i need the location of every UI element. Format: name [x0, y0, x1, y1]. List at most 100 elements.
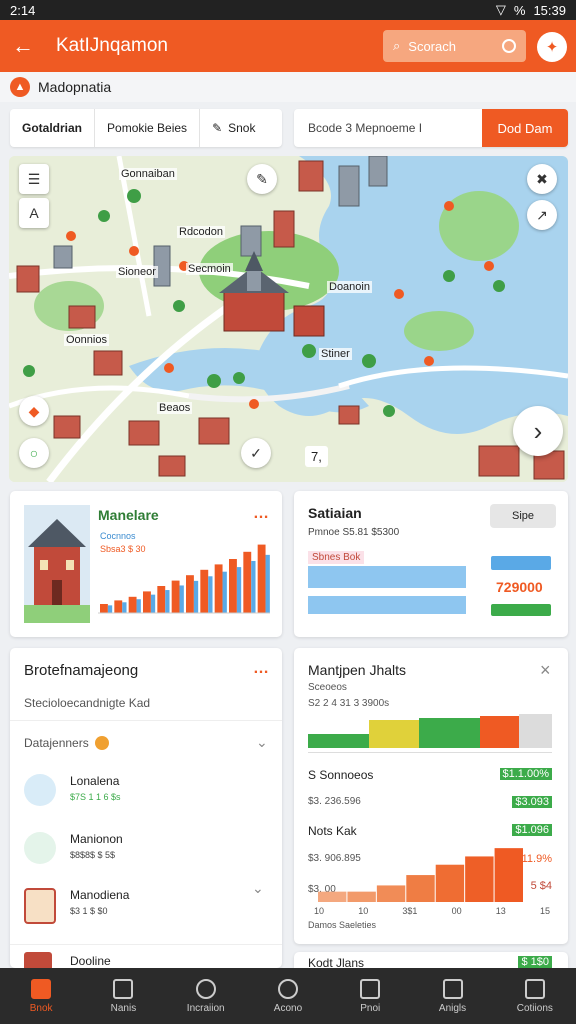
city-map[interactable]: Gonnaiban Rdcodon Sioneor Secmoin Doanoi… — [9, 156, 568, 482]
stacked-segment — [479, 716, 519, 748]
row-label: $3. 236.596 — [308, 796, 361, 807]
route-icon[interactable]: ↗ — [527, 200, 557, 230]
list-item[interactable]: Lonalena $7S 1 1 6 $s — [24, 770, 268, 814]
card-value: 729000 — [496, 579, 543, 595]
back-arrow-icon[interactable]: ← — [10, 33, 36, 59]
nav-label: Anigls — [438, 1002, 467, 1014]
map-label: Gonnaiban — [119, 168, 177, 180]
filter-tab-2[interactable]: Pomokie Beies — [95, 109, 201, 147]
chart-bar-secondary — [208, 576, 213, 613]
chart-footer: Damos Saeleties — [308, 920, 377, 930]
location-label: Madopnatia — [38, 79, 112, 95]
map-layers-icon[interactable]: ☰ — [19, 164, 49, 194]
locate-icon[interactable]: ○ — [19, 438, 49, 468]
chart-bar-secondary — [236, 567, 242, 613]
search-icon: ⌕ — [393, 38, 401, 53]
chart-bar — [318, 891, 347, 902]
list-item[interactable]: Manionon $8$8$ $ 5$ — [24, 828, 268, 872]
item-title: Dooline — [70, 954, 111, 968]
map-label: 7, — [305, 446, 328, 467]
nav-3[interactable]: Incraiion — [165, 968, 247, 1024]
chart-bar — [494, 848, 523, 902]
fire-icon[interactable]: ◆ — [19, 396, 49, 426]
card-manelare[interactable]: Manelare … Cocnnos Sbsa3 $ 30 — [10, 491, 282, 637]
chevron-down-icon[interactable]: ⌄ — [252, 880, 264, 897]
destination-search: Bcode 3 Mepnoeme I Dod Dam — [294, 109, 568, 147]
card-line: S2 2 4 31 3 3900s — [308, 698, 390, 709]
nav-home[interactable]: Bnok — [0, 968, 82, 1024]
location-bar[interactable]: ▲ Madopnatia — [0, 72, 576, 102]
growth-bar-chart — [98, 544, 270, 614]
map-label: Rdcodon — [177, 226, 226, 238]
nav-7[interactable]: Cotiions — [494, 968, 576, 1024]
pen-icon: ✎ — [212, 121, 223, 135]
check-icon[interactable]: ✓ — [241, 438, 271, 468]
more-options-icon[interactable]: … — [253, 505, 270, 523]
page-title: KatIJnqamon — [56, 35, 168, 56]
search-label: Scorach — [408, 38, 456, 54]
row-label: Nots Kak — [308, 824, 357, 838]
settings-icon — [524, 978, 545, 999]
item-icon — [24, 774, 56, 806]
chart-bar — [376, 885, 406, 902]
edit-icon[interactable]: ✎ — [247, 164, 277, 194]
sipe-button[interactable]: Sipe — [490, 504, 556, 528]
tools-icon[interactable]: ✖ — [527, 164, 557, 194]
card-line: Pmnoe S5.81 $5300 — [308, 527, 400, 538]
next-arrow-button[interactable]: › — [513, 406, 563, 456]
item-title: Manionon — [70, 832, 123, 846]
filter-tab-3[interactable]: ✎ Snok — [200, 109, 267, 147]
list-item[interactable]: Manodiena $3 1 $ $0 ⌄ — [24, 880, 268, 928]
filter-bar: Gotaldrian Pomokie Beies ✎ Snok — [10, 109, 282, 147]
axis-tick-label: 13 — [495, 906, 506, 916]
chart-bar — [128, 596, 137, 613]
bar-3 — [491, 556, 551, 570]
more-options-icon[interactable]: … — [253, 660, 270, 678]
chart-bar — [157, 586, 166, 613]
chart-bar-secondary — [193, 580, 199, 613]
close-icon[interactable]: × — [540, 660, 551, 681]
app-bar: ← KatIJnqamon ⌕ Scorach ✦ — [0, 20, 576, 72]
section-header[interactable]: Datajenners — [24, 736, 109, 750]
search-submit-button[interactable]: Dod Dam — [482, 109, 568, 147]
nav-label: Acono — [273, 1002, 303, 1014]
status-clock: 15:39 — [533, 2, 566, 18]
destination-input[interactable]: Bcode 3 Mepnoeme I — [294, 121, 482, 135]
chevron-down-icon[interactable]: ⌄ — [256, 734, 268, 751]
compass-icon — [195, 978, 216, 999]
card-title: Brotefnamajeong — [24, 662, 139, 679]
search-button[interactable]: ⌕ Scorach — [383, 30, 526, 62]
chart-bar-secondary — [122, 602, 127, 613]
map-info-icon[interactable]: A — [19, 198, 49, 228]
card-kodt-jlans[interactable]: Kodt Jlans $ 1$0 — [294, 952, 568, 970]
card-title: Manelare — [98, 507, 159, 523]
chart-bar — [143, 591, 151, 613]
filter-label: Snok — [228, 121, 256, 135]
chart-bar — [114, 600, 123, 613]
card-satiaian[interactable]: Satiaian Pmnoe S5.81 $5300 Sipe Sbnes Bo… — [294, 491, 568, 637]
filter-tab-1[interactable]: Gotaldrian — [10, 109, 96, 147]
nav-label: Incraiion — [186, 1002, 225, 1014]
stacked-segment — [418, 718, 480, 748]
list-item[interactable]: Dooline — [24, 950, 268, 968]
stacked-segment — [518, 714, 552, 748]
map-label: Beaos — [157, 402, 193, 414]
status-time: 2:14 — [10, 2, 36, 18]
map-label: Secmoin — [186, 263, 233, 275]
info-icon — [94, 736, 109, 750]
nav-4[interactable]: Acono — [247, 968, 329, 1024]
item-title: Lonalena — [70, 774, 120, 788]
row-value: 5 $4 — [530, 880, 552, 892]
circle-icon — [277, 978, 298, 999]
profile-avatar[interactable]: ✦ — [537, 32, 567, 62]
nav-2[interactable]: Nanis — [82, 968, 164, 1024]
nav-5[interactable]: Pnoi — [329, 968, 411, 1024]
nav-6[interactable]: Anigls — [411, 968, 493, 1024]
chart-bar-secondary — [265, 554, 270, 613]
nav-label: Nanis — [110, 1002, 137, 1014]
image-icon — [360, 978, 381, 999]
section-label: Datajenners — [24, 736, 89, 750]
map-canvas — [9, 156, 568, 482]
wifi-icon: ▽ — [495, 2, 506, 17]
card-line: Sceoeos — [308, 682, 347, 693]
